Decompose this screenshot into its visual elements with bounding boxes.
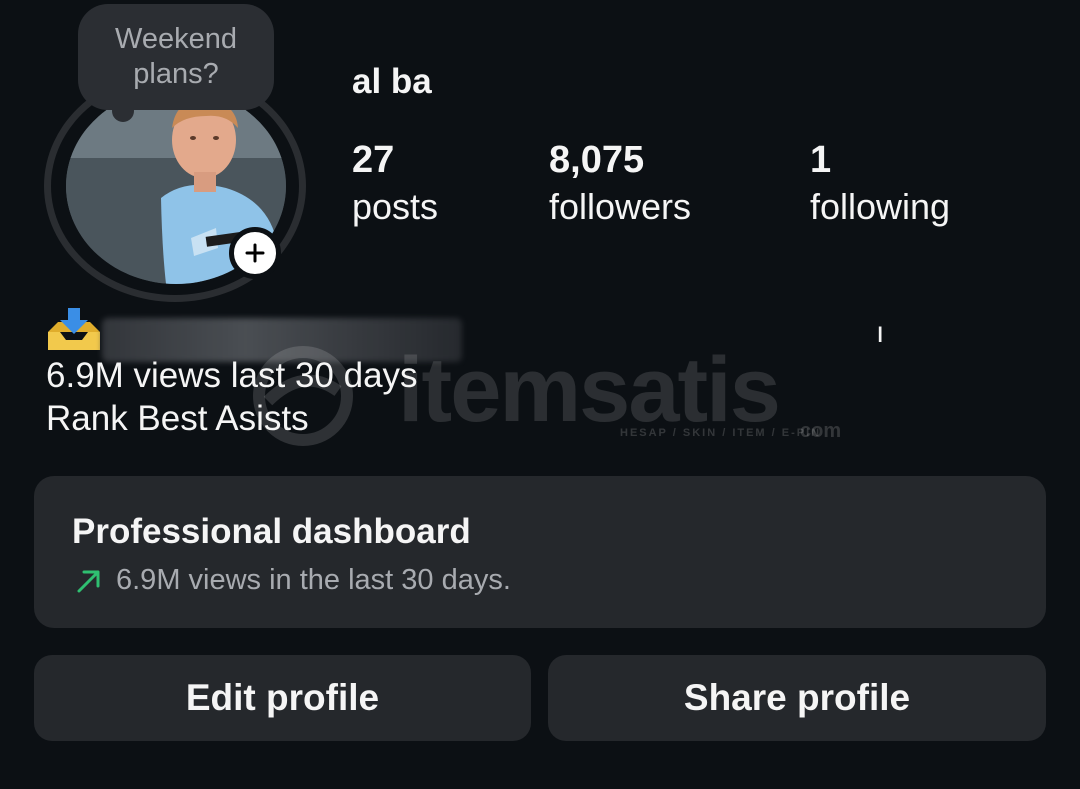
watermark-domain: com	[800, 420, 842, 442]
profile-screen: Weekend plans? al ba 27 posts 8,075 foll…	[0, 0, 1080, 789]
professional-dashboard-card[interactable]: Professional dashboard 6.9M views in the…	[34, 476, 1046, 628]
dashboard-title: Professional dashboard	[72, 512, 471, 551]
note-bubble[interactable]: Weekend plans?	[78, 4, 274, 110]
stat-value: 1	[810, 139, 832, 181]
dashboard-subtitle-row: 6.9M views in the last 30 days.	[74, 564, 511, 597]
trend-up-arrow-icon	[77, 570, 100, 592]
watermark-tagline: HESAP / SKIN / ITEM / E-PIN	[620, 427, 822, 439]
watermark-brand: itemsatis	[398, 339, 781, 441]
stat-following[interactable]: 1 following	[810, 138, 950, 232]
dashboard-subtitle: 6.9M views in the last 30 days.	[116, 564, 511, 596]
stat-label: following	[810, 186, 951, 227]
stat-followers[interactable]: 8,075 followers	[549, 138, 691, 232]
plus-icon	[245, 243, 265, 263]
stat-label: posts	[352, 186, 439, 227]
edit-profile-button[interactable]: Edit profile	[34, 655, 531, 741]
username: al ba	[352, 62, 432, 101]
bio-fragment: ı	[876, 316, 885, 349]
watermark-logo	[253, 346, 353, 446]
note-text: Weekend plans?	[115, 23, 237, 90]
stat-posts[interactable]: 27 posts	[352, 138, 438, 232]
inbox-tray-emoji	[48, 308, 100, 350]
share-profile-button[interactable]: Share profile	[548, 655, 1046, 741]
add-story-button[interactable]	[229, 227, 281, 279]
stat-value: 8,075	[549, 139, 645, 181]
stat-value: 27	[352, 139, 395, 181]
stat-label: followers	[549, 186, 692, 227]
